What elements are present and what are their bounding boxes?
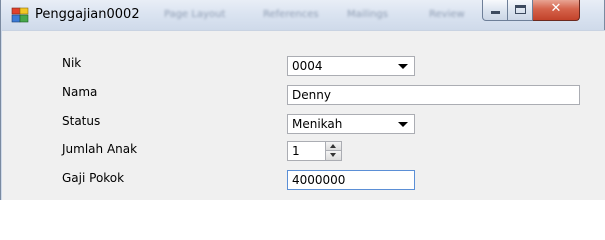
nik-value: 0004 xyxy=(292,59,323,73)
status-combobox[interactable]: Menikah xyxy=(287,114,415,134)
app-window: Penggajian0002 Page Layout References Ma… xyxy=(0,0,605,200)
form-app-icon xyxy=(11,7,29,23)
caption-buttons: ✕ xyxy=(482,0,580,21)
status-label: Status xyxy=(62,114,101,128)
minimize-icon xyxy=(491,11,500,14)
blurred-menu-item: Mailings xyxy=(347,9,388,20)
chevron-down-icon[interactable] xyxy=(398,64,408,69)
status-value: Menikah xyxy=(292,117,343,131)
nama-input[interactable]: Denny xyxy=(287,85,580,105)
stepper-down-button[interactable] xyxy=(326,151,341,160)
jumlah-anak-stepper[interactable]: 1 xyxy=(287,141,342,161)
stepper-buttons xyxy=(325,142,341,160)
stepper-up-button[interactable] xyxy=(326,142,341,151)
gaji-pokok-value: 4000000 xyxy=(292,173,346,187)
gaji-pokok-label: Gaji Pokok xyxy=(62,171,125,185)
arrow-up-icon xyxy=(330,144,336,148)
jumlah-anak-label: Jumlah Anak xyxy=(62,142,138,156)
nama-value: Denny xyxy=(292,88,331,102)
blurred-menu-item: References xyxy=(263,9,319,20)
maximize-icon xyxy=(515,5,526,14)
close-icon: ✕ xyxy=(550,1,562,16)
nik-combobox[interactable]: 0004 xyxy=(287,56,415,76)
close-button[interactable]: ✕ xyxy=(533,0,580,21)
minimize-button[interactable] xyxy=(482,0,508,21)
window-title: Penggajian0002 xyxy=(35,7,140,22)
blurred-menu-item: Page Layout xyxy=(164,9,226,20)
chevron-down-icon[interactable] xyxy=(398,122,408,127)
nik-label: Nik xyxy=(62,56,82,70)
gaji-pokok-input[interactable]: 4000000 xyxy=(287,170,415,190)
title-bar[interactable]: Penggajian0002 Page Layout References Ma… xyxy=(1,0,604,30)
jumlah-anak-value: 1 xyxy=(292,144,300,158)
maximize-button[interactable] xyxy=(508,0,533,21)
nama-label: Nama xyxy=(62,85,98,99)
blurred-menu-item: Review xyxy=(429,9,465,20)
arrow-down-icon xyxy=(330,153,336,157)
